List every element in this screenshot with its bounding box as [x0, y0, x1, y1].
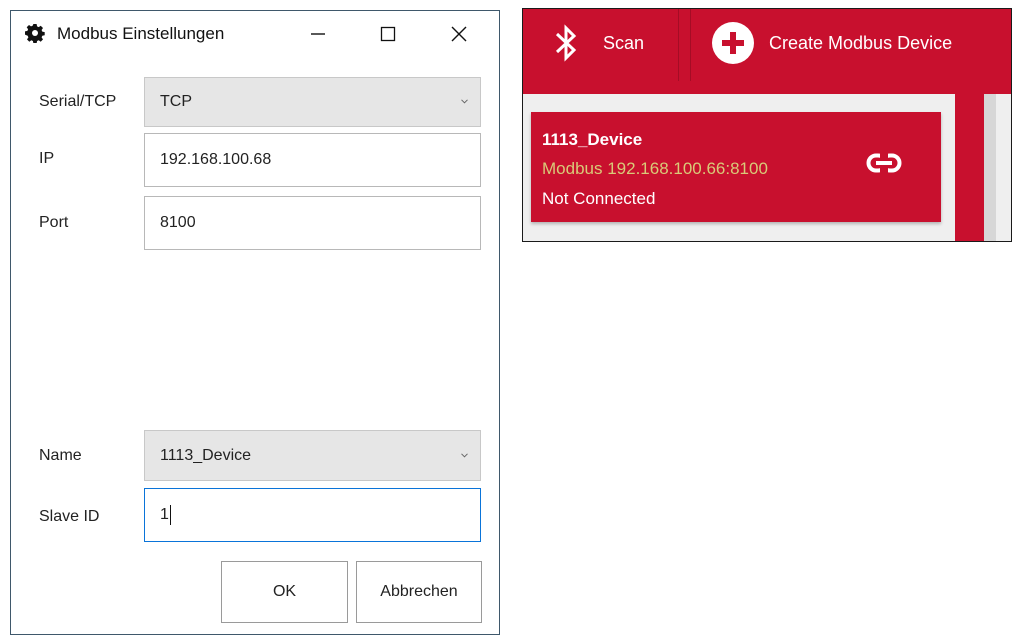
toolbar-separator [690, 9, 691, 81]
slave-id-label: Slave ID [39, 508, 100, 525]
ip-value: 192.168.100.68 [160, 151, 272, 168]
slave-id-value: 1 [160, 506, 169, 523]
port-value: 8100 [160, 214, 196, 231]
device-card-partial [955, 94, 984, 241]
create-modbus-device-button[interactable]: Create Modbus Device [711, 9, 952, 77]
dialog-title: Modbus Einstellungen [57, 24, 225, 43]
text-caret [169, 505, 171, 525]
maximize-button[interactable] [358, 11, 418, 57]
name-value: 1113_Device [160, 446, 252, 464]
scan-label: Scan [603, 32, 645, 53]
bluetooth-icon [555, 24, 577, 62]
device-status: Not Connected [542, 189, 656, 208]
chevron-down-icon [461, 99, 468, 104]
cancel-button[interactable]: Abbrechen [356, 561, 482, 623]
device-name: 1113_Device [542, 130, 643, 149]
chevron-down-icon [461, 452, 468, 458]
device-card[interactable]: 1113_Device Modbus 192.168.100.66:8100 N… [531, 112, 941, 222]
port-label: Port [39, 214, 69, 231]
dialog-titlebar[interactable]: Modbus Einstellungen [11, 11, 499, 57]
plus-circle-icon [712, 22, 754, 64]
maximize-icon [380, 26, 396, 42]
ok-button[interactable]: OK [221, 561, 348, 623]
serial-tcp-label: Serial/TCP [39, 93, 117, 110]
serial-tcp-select[interactable]: TCP [144, 77, 481, 127]
close-button[interactable] [429, 11, 489, 57]
scrollbar[interactable] [984, 94, 996, 241]
modbus-settings-dialog: Modbus Einstellungen Serial/TCP TCP IP 1… [10, 10, 500, 635]
minimize-icon [311, 33, 325, 35]
toolbar-separator [678, 9, 679, 81]
serial-tcp-value: TCP [160, 93, 192, 110]
link-icon[interactable] [866, 151, 902, 175]
close-icon [451, 26, 467, 42]
ip-input[interactable]: 192.168.100.68 [144, 133, 481, 187]
scan-button[interactable]: Scan [553, 9, 644, 77]
device-app-panel: Scan Create Modbus Device 1113_Device Mo… [522, 8, 1012, 242]
port-input[interactable]: 8100 [144, 196, 481, 250]
ip-label: IP [39, 150, 55, 167]
toolbar: Scan Create Modbus Device [523, 9, 1011, 94]
name-select[interactable]: 1113_Device [144, 430, 481, 481]
gear-icon [25, 24, 45, 43]
name-label: Name [39, 447, 82, 464]
slave-id-input[interactable]: 1 [144, 488, 481, 542]
device-address: Modbus 192.168.100.66:8100 [542, 159, 768, 178]
create-modbus-device-label: Create Modbus Device [769, 32, 953, 53]
device-list: 1113_Device Modbus 192.168.100.66:8100 N… [523, 94, 1011, 241]
minimize-button[interactable] [288, 11, 348, 57]
